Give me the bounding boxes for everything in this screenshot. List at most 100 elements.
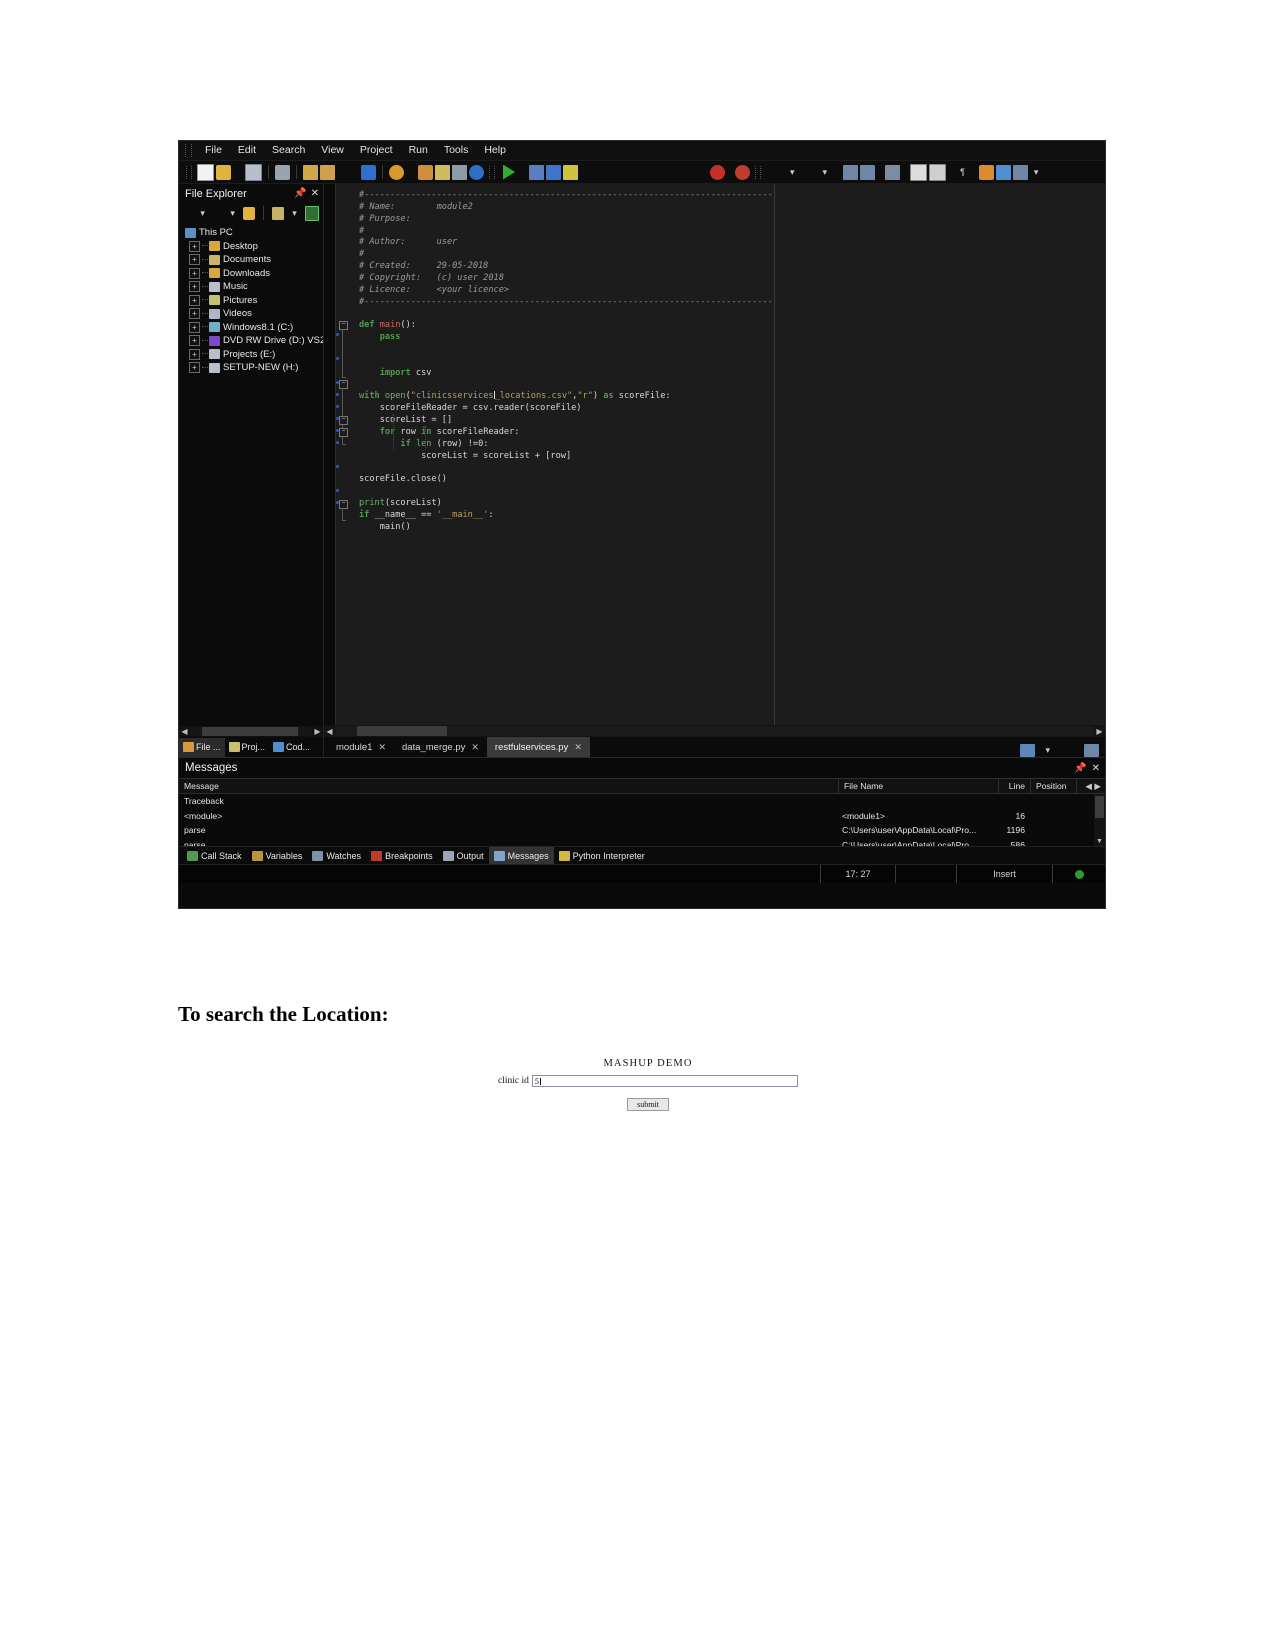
menu-view[interactable]: View (313, 142, 352, 159)
fold-toggle-main-guard[interactable]: − (339, 500, 348, 509)
tree-item-downloads[interactable]: + Downloads (183, 267, 323, 281)
scroll-track[interactable] (190, 727, 312, 736)
menu-tools[interactable]: Tools (436, 142, 477, 159)
messages-scroll-arrows[interactable]: ◀ ▶ (1077, 779, 1105, 793)
editor-tab-data-merge[interactable]: data_merge.py ✕ (394, 737, 487, 757)
editor-secondary-pane[interactable] (774, 184, 1105, 725)
editor-surface[interactable]: − − − − − #-----------------------------… (324, 184, 1105, 725)
tab-project-explorer[interactable]: Proj... (225, 738, 270, 757)
close-icon[interactable]: ✕ (471, 742, 479, 753)
expand-icon[interactable]: + (189, 254, 200, 266)
view-mode-icon[interactable] (272, 206, 285, 220)
table-row[interactable]: parse C:\Users\user\AppData\Local\Pro...… (179, 823, 1105, 838)
pin-icon[interactable]: 📌 (294, 188, 306, 199)
find-replace-icon[interactable] (418, 164, 433, 180)
fold-toggle-main[interactable]: − (339, 321, 348, 330)
cut-icon[interactable] (303, 164, 318, 180)
column-file-name[interactable]: File Name (839, 779, 999, 793)
scroll-track[interactable] (335, 726, 1094, 736)
find-icon[interactable] (389, 164, 404, 180)
scroll-left-icon[interactable]: ◀ (324, 726, 335, 737)
combo-caret-1[interactable]: ▾ (786, 167, 799, 178)
tab-watches[interactable]: Watches (307, 847, 366, 864)
tree-item-projects-e[interactable]: + Projects (E:) (183, 348, 323, 362)
expand-icon[interactable]: + (189, 240, 200, 252)
menu-file[interactable]: File (197, 142, 230, 159)
toolbar-grip[interactable] (186, 165, 192, 179)
maximize-editor-icon[interactable] (1084, 744, 1099, 757)
expand-icon[interactable]: + (189, 335, 200, 347)
combo-caret-2[interactable]: ▾ (819, 167, 832, 178)
expand-icon[interactable]: + (189, 281, 200, 293)
back-caret-icon[interactable]: ▾ (196, 208, 209, 219)
paragraph-mark-icon[interactable]: ¶ (956, 167, 969, 177)
tree-item-documents[interactable]: + Documents (183, 253, 323, 267)
comment-icon[interactable] (885, 164, 901, 180)
step-over-icon[interactable] (546, 164, 561, 180)
scroll-thumb[interactable] (202, 727, 298, 736)
expand-icon[interactable]: + (189, 348, 200, 360)
view-mode-caret[interactable]: ▾ (288, 208, 301, 219)
tab-python-interpreter[interactable]: Python Interpreter (554, 847, 650, 864)
tree-item-this-pc[interactable]: This PC (183, 226, 323, 240)
tree-item-music[interactable]: + Music (183, 280, 323, 294)
menu-project[interactable]: Project (352, 142, 401, 159)
file-explorer-hscrollbar[interactable]: ◀ ▶ (179, 726, 323, 737)
editor-tab-module1[interactable]: module1 ✕ (328, 737, 394, 757)
close-icon[interactable]: ✕ (311, 188, 319, 199)
paste-icon[interactable] (320, 164, 335, 180)
menu-help[interactable]: Help (476, 142, 514, 159)
open-file-icon[interactable] (216, 164, 231, 180)
toolbar-grip-2[interactable] (489, 165, 495, 179)
scroll-left-icon[interactable]: ◀ (179, 726, 190, 737)
expand-icon[interactable]: + (189, 267, 200, 279)
column-position[interactable]: Position (1031, 779, 1077, 793)
table-row[interactable]: Traceback (179, 794, 1105, 809)
close-icon[interactable]: ✕ (378, 742, 386, 753)
layout-icon[interactable] (1020, 744, 1036, 757)
goto-line-icon[interactable] (452, 164, 467, 180)
close-icon[interactable]: ✕ (574, 742, 582, 753)
step-into-icon[interactable] (563, 164, 578, 180)
tree-item-dvd-drive-d[interactable]: + DVD RW Drive (D:) VS2015_E (183, 334, 323, 348)
expand-icon[interactable]: + (189, 294, 200, 306)
breakpoint-toggle-icon[interactable] (735, 164, 750, 180)
undo-arrow-icon[interactable] (361, 164, 376, 180)
scroll-down-icon[interactable]: ▼ (1095, 837, 1104, 846)
indent-icon[interactable] (843, 164, 859, 180)
tabs-to-spaces-icon[interactable] (929, 163, 947, 181)
menu-run[interactable]: Run (401, 142, 436, 159)
menu-edit[interactable]: Edit (230, 142, 264, 159)
table-row[interactable]: <module> <module1> 16 (179, 809, 1105, 824)
scroll-thumb[interactable] (357, 726, 447, 736)
syntax-check-icon[interactable] (978, 164, 994, 180)
save-icon[interactable] (245, 163, 262, 181)
scroll-right-icon[interactable]: ▶ (1094, 726, 1105, 737)
submit-button[interactable]: submit (627, 1098, 669, 1111)
clinic-id-input[interactable]: 5 (531, 1075, 798, 1087)
editor-hscrollbar[interactable]: ◀ ▶ (324, 725, 1105, 737)
fold-toggle-with[interactable]: − (339, 380, 348, 389)
messages-vscrollbar[interactable]: ▼ (1094, 794, 1105, 846)
tab-variables[interactable]: Variables (247, 847, 308, 864)
editor-bookmark-gutter[interactable] (324, 184, 336, 725)
column-message[interactable]: Message (179, 779, 839, 793)
toolbar-overflow-caret[interactable]: ▾ (1030, 167, 1043, 178)
tab-call-stack[interactable]: Call Stack (182, 847, 247, 864)
run-icon[interactable] (503, 164, 515, 180)
expand-icon[interactable]: + (189, 321, 200, 333)
table-row[interactable]: parse C:\Users\user\AppData\Local\Pro...… (179, 838, 1105, 846)
tree-item-pictures[interactable]: + Pictures (183, 294, 323, 308)
tab-messages[interactable]: Messages (488, 847, 554, 864)
layout-caret-icon[interactable]: ▾ (1041, 745, 1054, 756)
find-in-files-icon[interactable] (435, 164, 450, 180)
code-template-icon[interactable] (910, 163, 928, 181)
tree-item-setup-new-h[interactable]: + SETUP-NEW (H:) (183, 361, 323, 375)
filter-icon[interactable] (304, 205, 319, 221)
debug-icon[interactable] (529, 164, 544, 180)
toolbar-grip-3[interactable] (755, 165, 761, 179)
tab-code-explorer[interactable]: Cod... (269, 738, 314, 757)
close-icon[interactable]: ✕ (1092, 763, 1100, 774)
tree-item-desktop[interactable]: + Desktop (183, 240, 323, 254)
file-explorer-toggle-icon[interactable] (1012, 164, 1028, 180)
